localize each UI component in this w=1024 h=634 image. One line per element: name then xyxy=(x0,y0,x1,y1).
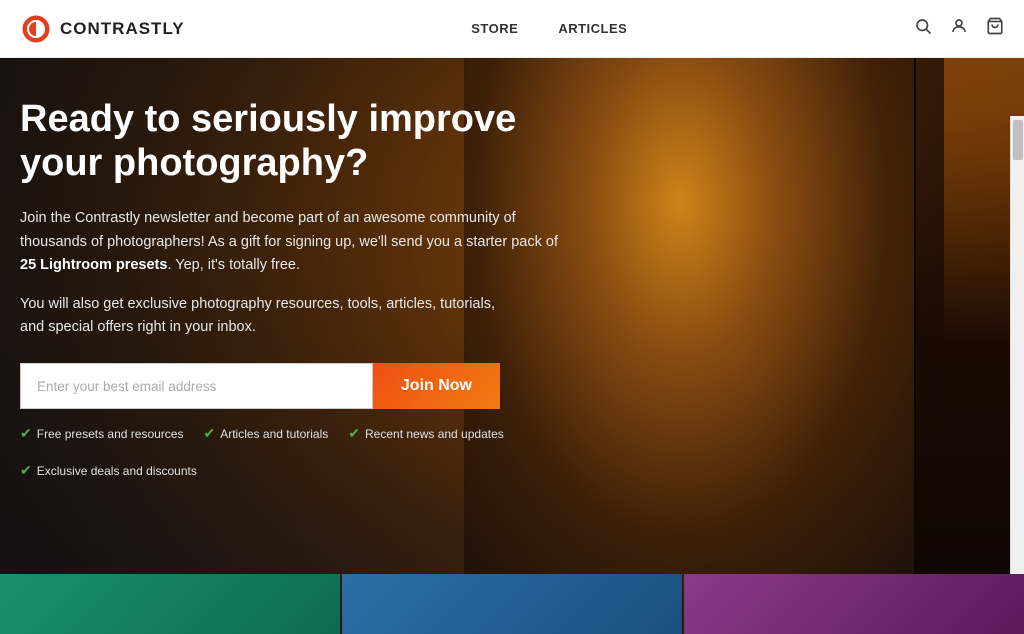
logo-icon xyxy=(20,13,52,45)
hero-body-text: Join the Contrastly newsletter and becom… xyxy=(20,207,560,277)
nav-store[interactable]: STORE xyxy=(471,21,518,36)
strip-card-2 xyxy=(342,574,682,634)
check-icon-4: ✔ xyxy=(20,462,32,479)
header-actions xyxy=(914,17,1004,40)
benefit-4: ✔ Exclusive deals and discounts xyxy=(20,462,197,479)
tree-silhouette xyxy=(914,58,1024,634)
check-icon-3: ✔ xyxy=(348,425,360,442)
benefit-1: ✔ Free presets and resources xyxy=(20,425,183,442)
main-nav: STORE ARTICLES xyxy=(185,21,914,36)
hero-content: Ready to seriously improve your photogra… xyxy=(20,98,590,479)
site-header: CONTRASTLY STORE ARTICLES xyxy=(0,0,1024,58)
nav-articles[interactable]: ARTICLES xyxy=(558,21,627,36)
hero-section: ▼ Ready to seriously improve your photog… xyxy=(0,58,1024,634)
check-icon-1: ✔ xyxy=(20,425,32,442)
user-icon[interactable] xyxy=(950,17,968,40)
logo[interactable]: CONTRASTLY xyxy=(20,13,185,45)
hero-body2-text: You will also get exclusive photography … xyxy=(20,293,520,339)
strip-card-1 xyxy=(0,574,340,634)
search-icon[interactable] xyxy=(914,17,932,40)
benefit-3: ✔ Recent news and updates xyxy=(348,425,504,442)
scroll-thumb xyxy=(1013,120,1023,160)
benefit-2: ✔ Articles and tutorials xyxy=(203,425,328,442)
benefits-list: ✔ Free presets and resources ✔ Articles … xyxy=(20,425,590,479)
brand-name: CONTRASTLY xyxy=(60,19,185,39)
email-input[interactable] xyxy=(20,363,373,409)
cart-icon[interactable] xyxy=(986,17,1004,40)
bottom-card-strip xyxy=(0,574,1024,634)
email-signup-form: Join Now xyxy=(20,363,500,409)
check-icon-2: ✔ xyxy=(203,425,215,442)
hero-headline: Ready to seriously improve your photogra… xyxy=(20,98,590,185)
strip-card-3 xyxy=(684,574,1024,634)
scrollbar[interactable]: ▼ xyxy=(1010,116,1024,634)
join-now-button[interactable]: Join Now xyxy=(373,363,500,409)
